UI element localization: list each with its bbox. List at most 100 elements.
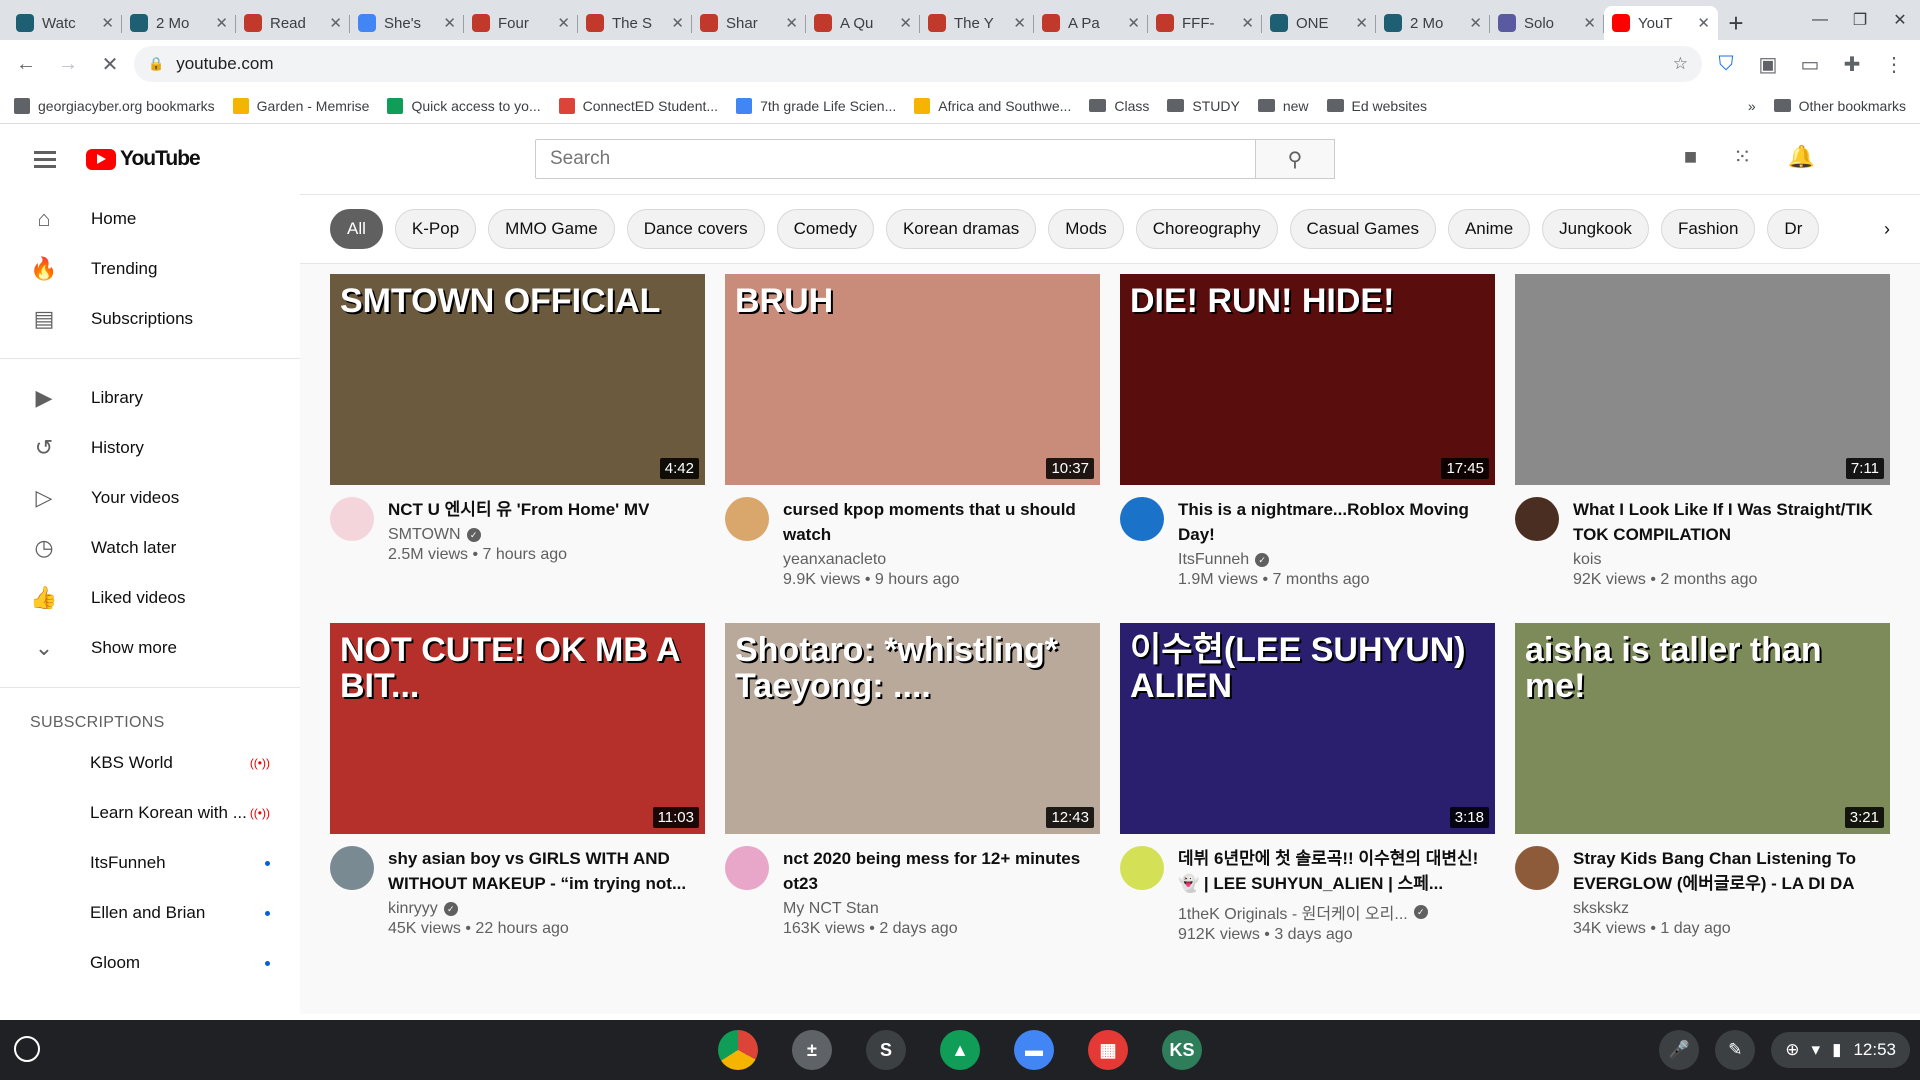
tab-close-icon[interactable]: ✕: [785, 14, 798, 32]
star-icon[interactable]: ☆: [1673, 54, 1688, 74]
minimize-icon[interactable]: —: [1800, 0, 1840, 40]
other-bookmarks[interactable]: Other bookmarks: [1773, 98, 1906, 114]
channel-name[interactable]: kinryyy ✓: [388, 900, 705, 918]
video-title[interactable]: What I Look Like If I Was Straight/TIK T…: [1573, 497, 1890, 547]
screenshot-extension-icon[interactable]: ▣: [1750, 46, 1786, 82]
tab-close-icon[interactable]: ✕: [1697, 14, 1710, 32]
channel-name[interactable]: My NCT Stan: [783, 900, 1100, 918]
video-thumbnail[interactable]: DIE! RUN! HIDE! 17:45: [1120, 274, 1495, 485]
filter-chip[interactable]: Korean dramas: [885, 209, 1037, 249]
browser-tab[interactable]: Watc ✕: [8, 6, 122, 40]
browser-tab[interactable]: She's ✕: [350, 6, 464, 40]
tab-close-icon[interactable]: ✕: [1241, 14, 1254, 32]
video-title[interactable]: 데뷔 6년만에 첫 솔로곡!! 이수현의 대변신!👻 | LEE SUHYUN_…: [1178, 846, 1495, 896]
channel-name[interactable]: 1theK Originals - 원더케이 오리... ✓: [1178, 900, 1495, 924]
filter-chip[interactable]: Dr: [1767, 209, 1820, 249]
sidebar-item-history[interactable]: ↺ History: [0, 423, 300, 473]
channel-name[interactable]: kois: [1573, 551, 1890, 569]
browser-tab[interactable]: YouT ✕: [1604, 6, 1718, 40]
channel-name[interactable]: ItsFunneh ✓: [1178, 551, 1495, 569]
browser-tab[interactable]: The Y ✕: [920, 6, 1034, 40]
chrome-app-icon[interactable]: [718, 1030, 758, 1070]
filter-chip[interactable]: MMO Game: [488, 209, 615, 249]
sidebar-item-library[interactable]: ▶ Library: [0, 373, 300, 423]
bookmark-item[interactable]: ConnectED Student...: [558, 97, 718, 114]
bookmark-item[interactable]: Garden - Memrise: [232, 97, 369, 114]
calculator-app-icon[interactable]: ±: [792, 1030, 832, 1070]
video-title[interactable]: nct 2020 being mess for 12+ minutes ot23: [783, 846, 1100, 896]
channel-avatar[interactable]: [1515, 497, 1559, 541]
filter-chip[interactable]: Anime: [1447, 209, 1531, 249]
sidebar-item-subscriptions[interactable]: ▤ Subscriptions: [0, 294, 300, 344]
browser-tab[interactable]: 2 Mo ✕: [122, 6, 236, 40]
channel-name[interactable]: yeanxanacleto: [783, 551, 1100, 569]
filter-chip[interactable]: K-Pop: [394, 209, 477, 249]
clapper-app-icon[interactable]: ▦: [1088, 1030, 1128, 1070]
channel-name[interactable]: SMTOWN ✓: [388, 526, 649, 544]
extensions-puzzle-icon[interactable]: ✚: [1834, 46, 1870, 82]
filter-chip[interactable]: Casual Games: [1289, 209, 1436, 249]
chrome-menu-icon[interactable]: ⋮: [1876, 46, 1912, 82]
filter-chip[interactable]: Jungkook: [1542, 209, 1649, 249]
channel-avatar[interactable]: [330, 497, 374, 541]
browser-tab[interactable]: FFF- ✕: [1148, 6, 1262, 40]
channel-avatar[interactable]: [1120, 497, 1164, 541]
stop-loading-icon[interactable]: ✕: [92, 46, 128, 82]
back-icon[interactable]: ←: [8, 46, 44, 82]
video-title[interactable]: NCT U 엔시티 유 'From Home' MV: [388, 497, 649, 522]
s-app-app-icon[interactable]: S: [866, 1030, 906, 1070]
create-video-icon[interactable]: ■: [1684, 144, 1697, 170]
tab-close-icon[interactable]: ✕: [329, 14, 342, 32]
video-card[interactable]: 7:11 What I Look Like If I Was Straight/T…: [1515, 274, 1890, 589]
browser-tab[interactable]: ONE ✕: [1262, 6, 1376, 40]
video-card[interactable]: aisha is taller than me! 3:21 Stray Kids B…: [1515, 623, 1890, 944]
tab-close-icon[interactable]: ✕: [1355, 14, 1368, 32]
filter-chip[interactable]: Mods: [1048, 209, 1124, 249]
system-tray[interactable]: ⊕ ▾ ▮ 12:53: [1771, 1032, 1910, 1068]
browser-tab[interactable]: 2 Mo ✕: [1376, 6, 1490, 40]
tab-close-icon[interactable]: ✕: [899, 14, 912, 32]
chip-next-arrow[interactable]: ›: [1840, 195, 1920, 263]
bookmark-item[interactable]: Ed websites: [1326, 98, 1427, 114]
video-thumbnail[interactable]: aisha is taller than me! 3:21: [1515, 623, 1890, 834]
drive-app-icon[interactable]: ▲: [940, 1030, 980, 1070]
tab-close-icon[interactable]: ✕: [557, 14, 570, 32]
channel-avatar[interactable]: [725, 497, 769, 541]
search-button[interactable]: ⚲: [1255, 139, 1335, 179]
new-tab-button[interactable]: +: [1718, 6, 1754, 40]
bookmark-item[interactable]: 7th grade Life Scien...: [736, 97, 896, 114]
tab-close-icon[interactable]: ✕: [671, 14, 684, 32]
sidebar-item-trending[interactable]: 🔥 Trending: [0, 244, 300, 294]
tab-close-icon[interactable]: ✕: [101, 14, 114, 32]
close-window-icon[interactable]: ✕: [1880, 0, 1920, 40]
video-thumbnail[interactable]: Shotaro: *whistling* Taeyong: .... 12:43: [725, 623, 1100, 834]
subscription-item[interactable]: Learn Korean with ... ((•)): [0, 788, 300, 838]
filter-chip[interactable]: Fashion: [1660, 209, 1756, 249]
tab-close-icon[interactable]: ✕: [1469, 14, 1482, 32]
video-title[interactable]: cursed kpop moments that u should watch: [783, 497, 1100, 547]
browser-tab[interactable]: Solo ✕: [1490, 6, 1604, 40]
browser-tab[interactable]: A Qu ✕: [806, 6, 920, 40]
hamburger-menu-icon[interactable]: [16, 150, 72, 168]
tab-close-icon[interactable]: ✕: [1127, 14, 1140, 32]
video-title[interactable]: shy asian boy vs GIRLS WITH AND WITHOUT …: [388, 846, 705, 896]
bookmark-item[interactable]: STUDY: [1167, 98, 1240, 114]
tab-close-icon[interactable]: ✕: [215, 14, 228, 32]
subscription-item[interactable]: Ellen and Brian: [0, 888, 300, 938]
browser-tab[interactable]: The S ✕: [578, 6, 692, 40]
filter-chip[interactable]: Choreography: [1135, 209, 1278, 249]
video-card[interactable]: NOT CUTE! OK MB A BIT... 11:03 shy asian b…: [330, 623, 705, 944]
video-card[interactable]: Shotaro: *whistling* Taeyong: .... 12:43 n…: [725, 623, 1100, 944]
launcher-icon[interactable]: [14, 1036, 40, 1062]
video-thumbnail[interactable]: SMTOWN OFFICIAL 4:42: [330, 274, 705, 485]
video-thumbnail[interactable]: 7:11: [1515, 274, 1890, 485]
browser-tab[interactable]: Four ✕: [464, 6, 578, 40]
ks-app-app-icon[interactable]: KS: [1162, 1030, 1202, 1070]
sidebar-item-home[interactable]: ⌂ Home: [0, 194, 300, 244]
tab-close-icon[interactable]: ✕: [1583, 14, 1596, 32]
bookmark-item[interactable]: Africa and Southwe...: [914, 97, 1071, 114]
browser-tab[interactable]: A Pa ✕: [1034, 6, 1148, 40]
search-input[interactable]: [535, 139, 1255, 179]
channel-avatar[interactable]: [725, 846, 769, 890]
video-title[interactable]: This is a nightmare...Roblox Moving Day!: [1178, 497, 1495, 547]
